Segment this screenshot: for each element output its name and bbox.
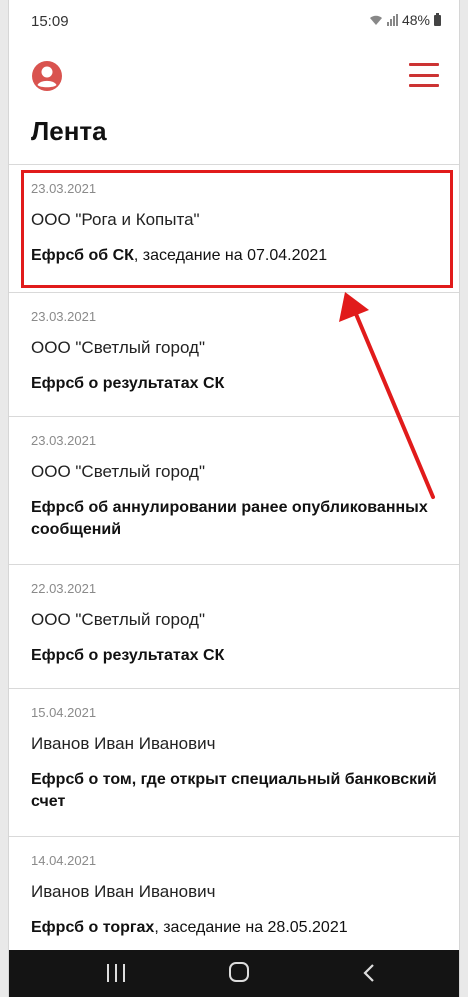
feed-item-subject: Ефрсб об аннулировании ранее опубликован…: [31, 497, 437, 541]
recent-apps-button[interactable]: [107, 964, 125, 982]
status-bar: 15:09 48%: [9, 0, 459, 46]
feed-item-company: ООО "Светлый город": [31, 462, 205, 481]
feed-item-date: 22.03.2021: [31, 581, 97, 596]
feed-item[interactable]: 14.04.2021 Иванов Иван Иванович Ефрсб о то…: [9, 837, 459, 957]
feed-item-date: 14.04.2021: [31, 853, 97, 868]
account-circle-icon[interactable]: [31, 60, 63, 92]
feed-item-source: Ефрсб: [31, 771, 85, 788]
signal-icon: [386, 14, 398, 26]
home-button[interactable]: [229, 962, 249, 982]
android-navigation-bar: [9, 950, 459, 997]
hamburger-menu-icon[interactable]: [409, 60, 439, 90]
status-icons: 48%: [369, 12, 441, 28]
feed-item-topic: об СК: [88, 247, 134, 264]
back-icon[interactable]: [359, 962, 379, 984]
page-title: Лента: [31, 116, 107, 146]
feed-list: 23.03.2021 ООО "Рога и Копыта" Ефрсб об СК…: [9, 164, 459, 957]
feed-item-source: Ефрсб: [31, 247, 85, 264]
feed-item-subject: Ефрсб о результатах СК: [31, 373, 437, 395]
feed-item-topic: о том, где открыт специальный банковский…: [31, 771, 437, 810]
feed-item-company: ООО "Светлый город": [31, 610, 205, 629]
feed-item-company: ООО "Светлый город": [31, 338, 205, 357]
top-toolbar: [9, 46, 459, 108]
feed-item-suffix: , заседание на 28.05.2021: [154, 919, 348, 936]
feed-item-topic: об аннулировании ранее опубликованных со…: [31, 499, 428, 538]
feed-item-source: Ефрсб: [31, 499, 85, 516]
feed-item[interactable]: 22.03.2021 ООО "Светлый город" Ефрсб о рез…: [9, 565, 459, 689]
status-time: 15:09: [31, 13, 69, 30]
feed-item-date: 23.03.2021: [31, 309, 97, 324]
feed-item-date: 23.03.2021: [31, 181, 97, 196]
feed-item[interactable]: 15.04.2021 Иванов Иван Иванович Ефрсб о то…: [9, 689, 459, 837]
wifi-icon: [369, 15, 382, 25]
feed-item-subject: Ефрсб о том, где открыт специальный банк…: [31, 769, 437, 813]
feed-item-subject: Ефрсб о результатах СК: [31, 645, 437, 667]
feed-item-date: 15.04.2021: [31, 705, 97, 720]
feed-item-suffix: , заседание на 07.04.2021: [133, 247, 328, 264]
feed-item-topic: о результатах СК: [88, 647, 225, 664]
feed-item[interactable]: 23.03.2021 ООО "Рога и Копыта" Ефрсб об СК…: [9, 165, 459, 293]
phone-screen: 15:09 48% Лента 23.03.2021 ООО "Рога и Ко…: [8, 0, 460, 997]
battery-icon: [434, 12, 441, 26]
feed-item-subject: Ефрсб об СК, заседание на 07.04.2021: [31, 245, 437, 267]
feed-item-source: Ефрсб: [31, 375, 85, 392]
feed-item-date: 23.03.2021: [31, 433, 97, 448]
feed-item[interactable]: 23.03.2021 ООО "Светлый город" Ефрсб об ан…: [9, 417, 459, 565]
feed-item-source: Ефрсб: [31, 647, 85, 664]
feed-item-subject: Ефрсб о торгах, заседание на 28.05.2021: [31, 917, 437, 939]
feed-item[interactable]: 23.03.2021 ООО "Светлый город" Ефрсб о рез…: [9, 293, 459, 417]
feed-item-company: Иванов Иван Иванович: [31, 734, 216, 753]
feed-item-source: Ефрсб: [31, 919, 85, 936]
battery-percent: 48%: [401, 12, 430, 28]
feed-item-company: ООО "Рога и Копыта": [31, 210, 200, 229]
feed-item-topic: о результатах СК: [88, 375, 225, 392]
feed-item-topic: о торгах: [88, 919, 155, 936]
feed-item-company: Иванов Иван Иванович: [31, 882, 216, 901]
